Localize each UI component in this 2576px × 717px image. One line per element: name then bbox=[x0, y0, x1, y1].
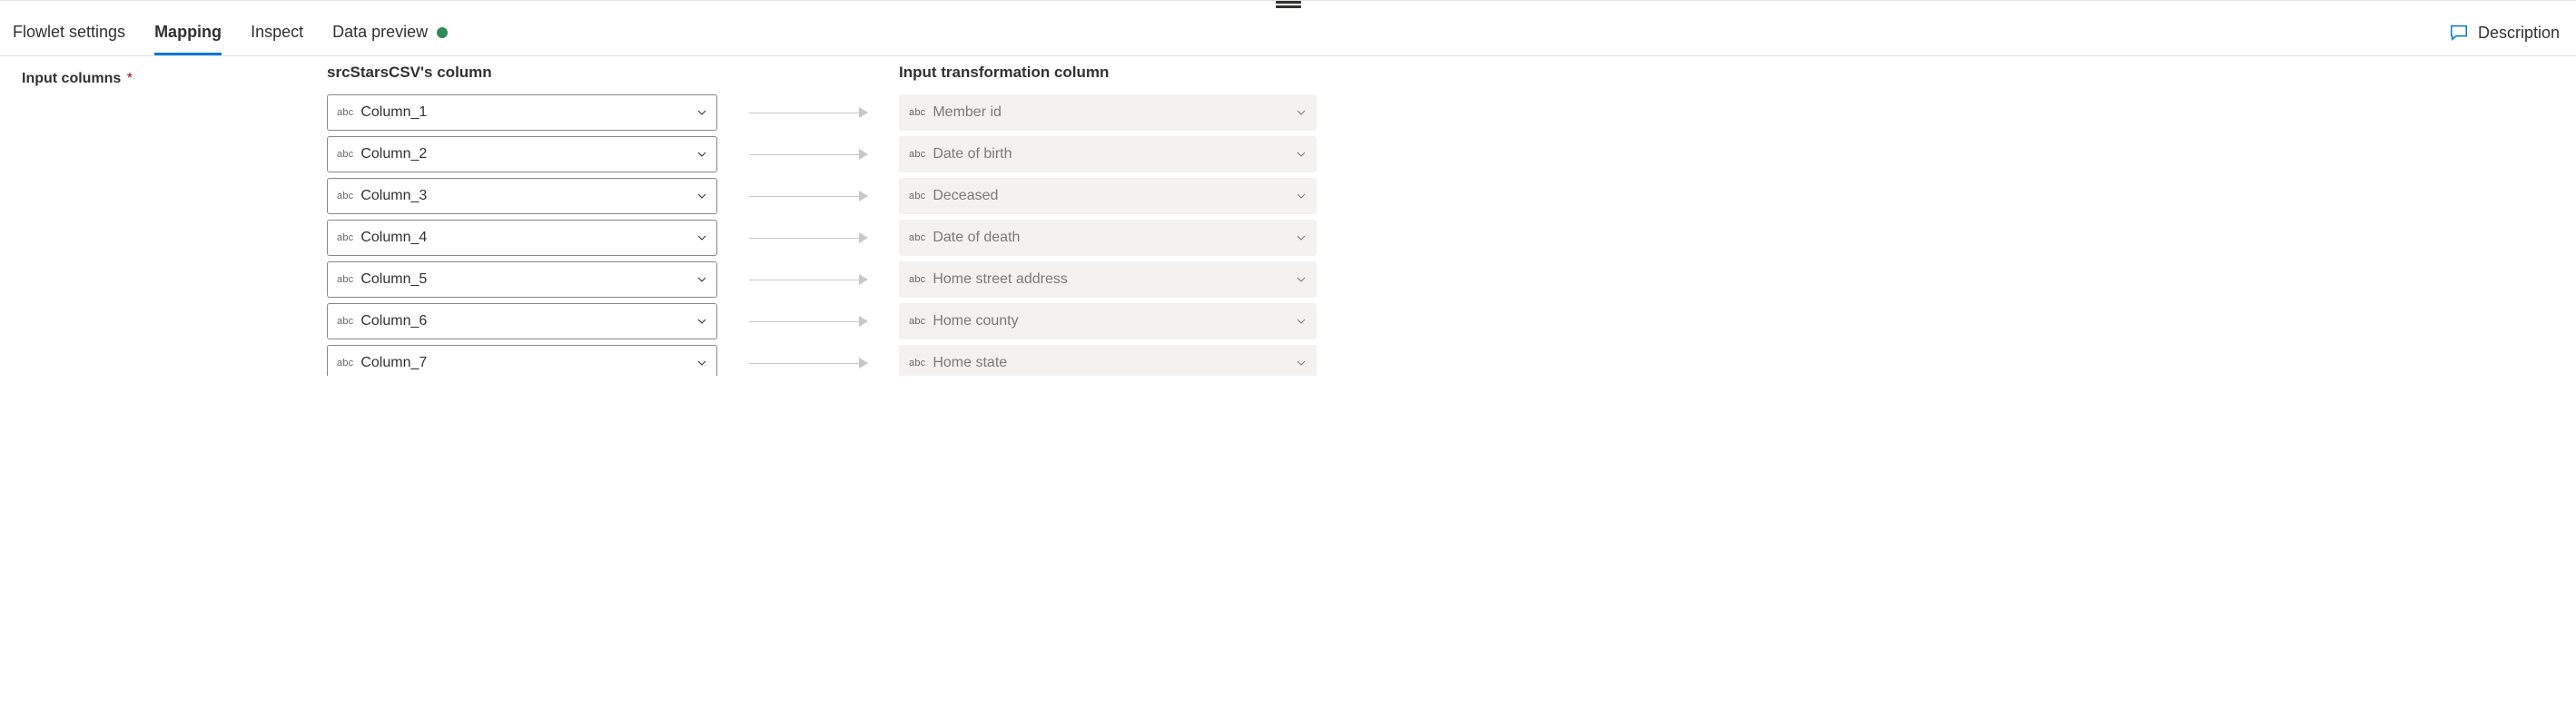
target-column-dropdown[interactable]: abc Deceased bbox=[899, 178, 1317, 214]
panel-resize-handle[interactable] bbox=[1276, 1, 1301, 8]
tab-label: Inspect bbox=[251, 23, 303, 42]
tab-mapping[interactable]: Mapping bbox=[154, 10, 222, 55]
type-tag: abc bbox=[337, 358, 353, 368]
target-column-value: Home street address bbox=[933, 271, 1068, 288]
chevron-down-icon bbox=[1294, 314, 1308, 329]
tab-label: Mapping bbox=[154, 23, 222, 42]
mapping-row: abc Column_7 abc Home state bbox=[254, 345, 2558, 376]
tab-label: Flowlet settings bbox=[13, 23, 125, 42]
source-column-value: Column_3 bbox=[360, 188, 427, 204]
tab-flowlet-settings[interactable]: Flowlet settings bbox=[13, 10, 125, 55]
type-tag: abc bbox=[337, 149, 353, 160]
input-columns-label: Input columns bbox=[22, 71, 121, 86]
source-column-dropdown[interactable]: abc Column_4 bbox=[327, 220, 717, 256]
source-column-header: srcStarsCSV's column bbox=[327, 64, 717, 82]
description-label: Description bbox=[2478, 24, 2560, 43]
type-tag: abc bbox=[909, 274, 925, 285]
type-tag: abc bbox=[337, 274, 353, 285]
target-column-dropdown[interactable]: abc Member id bbox=[899, 94, 1317, 131]
target-column-dropdown[interactable]: abc Date of death bbox=[899, 220, 1317, 256]
target-column-value: Deceased bbox=[933, 188, 998, 204]
target-column-value: Date of death bbox=[933, 230, 1020, 246]
chevron-down-icon bbox=[695, 147, 709, 162]
mapping-arrow-icon bbox=[749, 321, 867, 322]
source-column-value: Column_4 bbox=[360, 230, 427, 246]
type-tag: abc bbox=[909, 358, 925, 368]
chevron-down-icon bbox=[695, 231, 709, 245]
chevron-down-icon bbox=[695, 189, 709, 203]
tab-label: Data preview bbox=[332, 23, 428, 42]
type-tag: abc bbox=[909, 149, 925, 160]
mapping-arrow-icon bbox=[749, 238, 867, 239]
chevron-down-icon bbox=[1294, 356, 1308, 370]
source-column-dropdown[interactable]: abc Column_3 bbox=[327, 178, 717, 214]
target-column-value: Home county bbox=[933, 313, 1018, 329]
mapping-row: abc Column_4 abc Date of death bbox=[254, 220, 2558, 256]
type-tag: abc bbox=[337, 107, 353, 118]
mapping-row: abc Column_1 abc Member id bbox=[254, 94, 2558, 131]
chevron-down-icon bbox=[1294, 272, 1308, 287]
tab-data-preview[interactable]: Data preview bbox=[332, 10, 448, 55]
type-tag: abc bbox=[909, 191, 925, 201]
source-column-dropdown[interactable]: abc Column_2 bbox=[327, 136, 717, 172]
source-column-value: Column_1 bbox=[360, 104, 427, 121]
target-column-dropdown[interactable]: abc Date of birth bbox=[899, 136, 1317, 172]
target-column-dropdown[interactable]: abc Home street address bbox=[899, 261, 1317, 298]
type-tag: abc bbox=[337, 232, 353, 243]
mapping-row: abc Column_3 abc Deceased bbox=[254, 178, 2558, 214]
tab-inspect[interactable]: Inspect bbox=[251, 10, 303, 55]
chevron-down-icon bbox=[1294, 147, 1308, 162]
type-tag: abc bbox=[909, 316, 925, 327]
mapping-row: abc Column_2 abc Date of birth bbox=[254, 136, 2558, 172]
chevron-down-icon bbox=[695, 272, 709, 287]
target-column-header: Input transformation column bbox=[899, 64, 1317, 82]
source-column-value: Column_5 bbox=[360, 271, 427, 288]
comment-icon bbox=[2449, 23, 2469, 43]
mapping-row: abc Column_5 abc Home street address bbox=[254, 261, 2558, 298]
chevron-down-icon bbox=[695, 314, 709, 329]
mapping-arrow-icon bbox=[749, 196, 867, 197]
chevron-down-icon bbox=[1294, 189, 1308, 203]
target-column-dropdown[interactable]: abc Home county bbox=[899, 303, 1317, 339]
description-button[interactable]: Description bbox=[2442, 23, 2567, 43]
source-column-dropdown[interactable]: abc Column_7 bbox=[327, 345, 717, 376]
source-column-dropdown[interactable]: abc Column_6 bbox=[327, 303, 717, 339]
target-column-value: Date of birth bbox=[933, 146, 1012, 162]
chevron-down-icon bbox=[695, 105, 709, 120]
source-column-value: Column_7 bbox=[360, 355, 427, 371]
target-column-dropdown[interactable]: abc Home state bbox=[899, 345, 1317, 376]
type-tag: abc bbox=[909, 107, 925, 118]
required-indicator: * bbox=[127, 71, 133, 86]
chevron-down-icon bbox=[1294, 105, 1308, 120]
type-tag: abc bbox=[909, 232, 925, 243]
target-column-value: Member id bbox=[933, 104, 1002, 121]
target-column-value: Home state bbox=[933, 355, 1007, 371]
preview-status-dot-icon bbox=[437, 27, 448, 38]
mapping-row: abc Column_6 abc Home county bbox=[254, 303, 2558, 339]
source-column-dropdown[interactable]: abc Column_5 bbox=[327, 261, 717, 298]
chevron-down-icon bbox=[1294, 231, 1308, 245]
source-column-dropdown[interactable]: abc Column_1 bbox=[327, 94, 717, 131]
type-tag: abc bbox=[337, 316, 353, 327]
type-tag: abc bbox=[337, 191, 353, 201]
mapping-arrow-icon bbox=[749, 363, 867, 364]
chevron-down-icon bbox=[695, 356, 709, 370]
mapping-arrow-icon bbox=[749, 154, 867, 155]
source-column-value: Column_2 bbox=[360, 146, 427, 162]
source-column-value: Column_6 bbox=[360, 313, 427, 329]
